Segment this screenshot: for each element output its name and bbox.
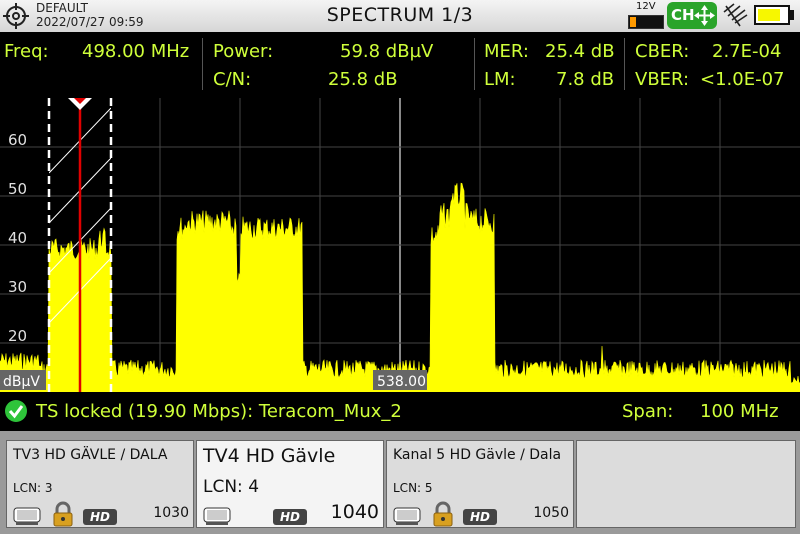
mer-value: 25.4 dB [545, 41, 615, 62]
y-tick-label: 20 [8, 327, 27, 345]
separator [202, 38, 203, 90]
power-value: 59.8 dBµV [340, 41, 434, 62]
power-label: Power: [213, 41, 274, 62]
battery-icon [754, 5, 790, 25]
span-label: Span: [622, 401, 674, 422]
ts-status: TS locked (19.90 Mbps): Teracom_Mux_2 [36, 401, 402, 422]
tv-icon [393, 507, 421, 525]
external-supply-indicator [628, 15, 664, 29]
top-bar: DEFAULT 2022/07/27 09:59 SPECTRUM 1/3 12… [0, 0, 800, 32]
separator [474, 38, 475, 90]
vber-value: <1.0E-07 [700, 69, 785, 90]
spectrum-graph[interactable]: 60 50 40 30 20 dBµV 538.00 [0, 98, 800, 392]
service-card-tv4[interactable]: TV4 HD Gävle LCN: 4 HD 1040 [196, 440, 384, 528]
external-supply-fill [630, 17, 636, 27]
battery-level-fill [758, 9, 780, 21]
service-name: Kanal 5 HD Gävle / Dala [393, 447, 562, 463]
service-card-tv3[interactable]: TV3 HD GÄVLE / DALA LCN: 3 HD 1030 [6, 440, 194, 528]
service-id: 1050 [533, 505, 569, 521]
y-tick-label: 50 [8, 180, 27, 198]
channel-button-label: CH [671, 6, 695, 24]
service-name: TV4 HD Gävle [203, 445, 336, 467]
y-tick-label: 60 [8, 131, 27, 149]
separator [624, 38, 625, 90]
hd-icon: HD [273, 509, 307, 525]
span-value[interactable]: 100 MHz [700, 401, 779, 422]
voltage-label: 12V [636, 1, 656, 12]
move-arrows-icon [694, 5, 715, 26]
cn-value: 25.8 dB [328, 69, 398, 90]
tv-icon [203, 507, 231, 525]
freq-label: Freq: [4, 41, 49, 62]
check-icon [5, 400, 27, 422]
service-lcn: LCN: 5 [393, 481, 433, 495]
service-id: 1030 [153, 505, 189, 521]
service-lcn: LCN: 3 [13, 481, 53, 495]
tv-icon [13, 507, 41, 525]
vber-label: VBER: [635, 69, 690, 90]
lock-icon [53, 501, 73, 527]
service-name: TV3 HD GÄVLE / DALA [13, 447, 168, 463]
y-tick-label: 40 [8, 229, 27, 247]
measurement-panel: Freq: 498.00 MHz Power: 59.8 dBµV C/N: 2… [0, 33, 800, 95]
channel-button[interactable]: CH [667, 2, 717, 29]
y-tick-label: 30 [8, 278, 27, 296]
hd-icon: HD [83, 509, 117, 525]
status-bar: TS locked (19.90 Mbps): Teracom_Mux_2 Sp… [0, 392, 800, 430]
service-panel: TV3 HD GÄVLE / DALA LCN: 3 HD 1030 TV4 H… [0, 431, 800, 534]
antenna-icon [723, 3, 748, 27]
mer-label: MER: [484, 41, 529, 62]
unit-label: dBµV [3, 374, 40, 390]
freq-value[interactable]: 498.00 MHz [82, 41, 189, 62]
center-freq-label: 538.00 [377, 374, 426, 390]
battery-tip [790, 10, 794, 20]
lock-icon [433, 501, 453, 527]
lm-value: 7.8 dB [556, 69, 615, 90]
service-card-kanal5[interactable]: Kanal 5 HD Gävle / Dala LCN: 5 HD 1050 [386, 440, 574, 528]
service-id: 1040 [330, 501, 379, 523]
service-card-empty[interactable] [576, 440, 796, 528]
cber-label: CBER: [635, 41, 690, 62]
service-lcn: LCN: 4 [203, 477, 260, 497]
hd-icon: HD [463, 509, 497, 525]
cber-value: 2.7E-04 [712, 41, 782, 62]
lm-label: LM: [484, 69, 516, 90]
cn-label: C/N: [213, 69, 252, 90]
